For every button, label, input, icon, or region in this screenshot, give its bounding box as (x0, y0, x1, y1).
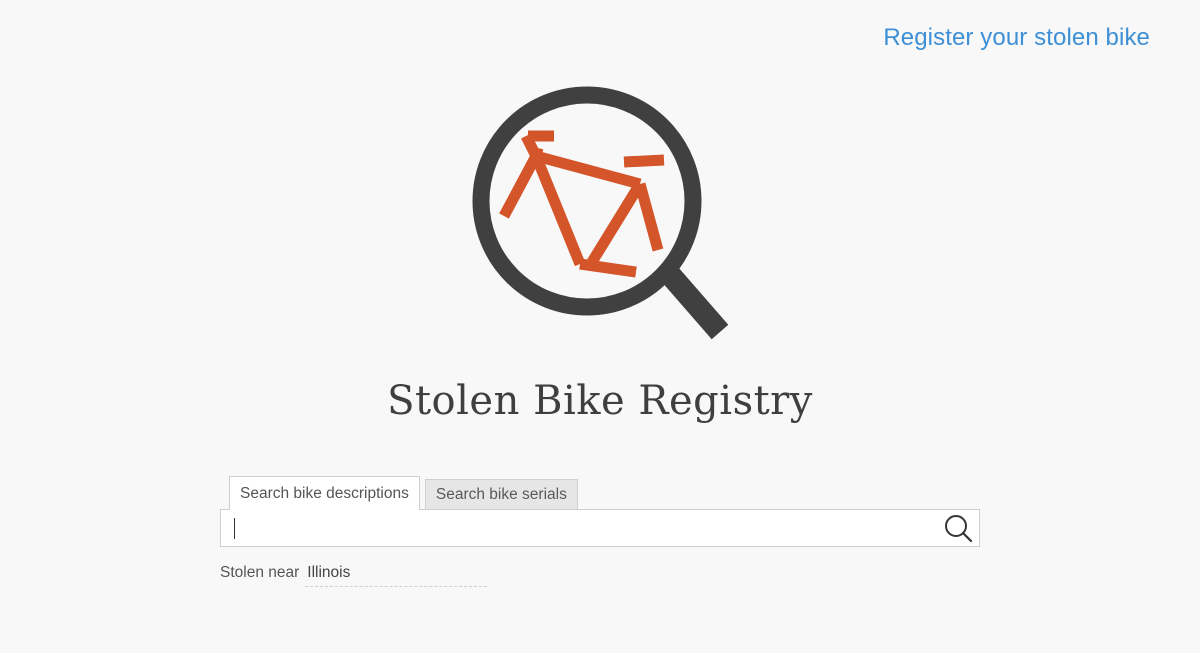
tab-search-descriptions[interactable]: Search bike descriptions (229, 476, 420, 510)
search-area: Search bike descriptions Search bike ser… (220, 476, 980, 587)
search-icon[interactable] (943, 513, 973, 543)
search-input[interactable] (221, 510, 931, 546)
page-title: Stolen Bike Registry (387, 378, 813, 424)
text-caret (234, 518, 235, 539)
tab-search-serials[interactable]: Search bike serials (424, 479, 578, 509)
search-box (220, 509, 980, 547)
page: Register your stolen bike Stolen Bike Re… (0, 0, 1200, 653)
stolen-near-location-field[interactable]: Illinois (305, 564, 488, 587)
location-row: Stolen near Illinois (220, 564, 980, 587)
bike-handlebar (623, 154, 665, 168)
search-tabs: Search bike descriptions Search bike ser… (220, 476, 980, 510)
stolen-near-label: Stolen near (220, 564, 300, 581)
register-stolen-bike-link[interactable]: Register your stolen bike (883, 24, 1150, 52)
magnifier-handle (657, 262, 729, 340)
magnifier-bike-logo (472, 86, 729, 340)
